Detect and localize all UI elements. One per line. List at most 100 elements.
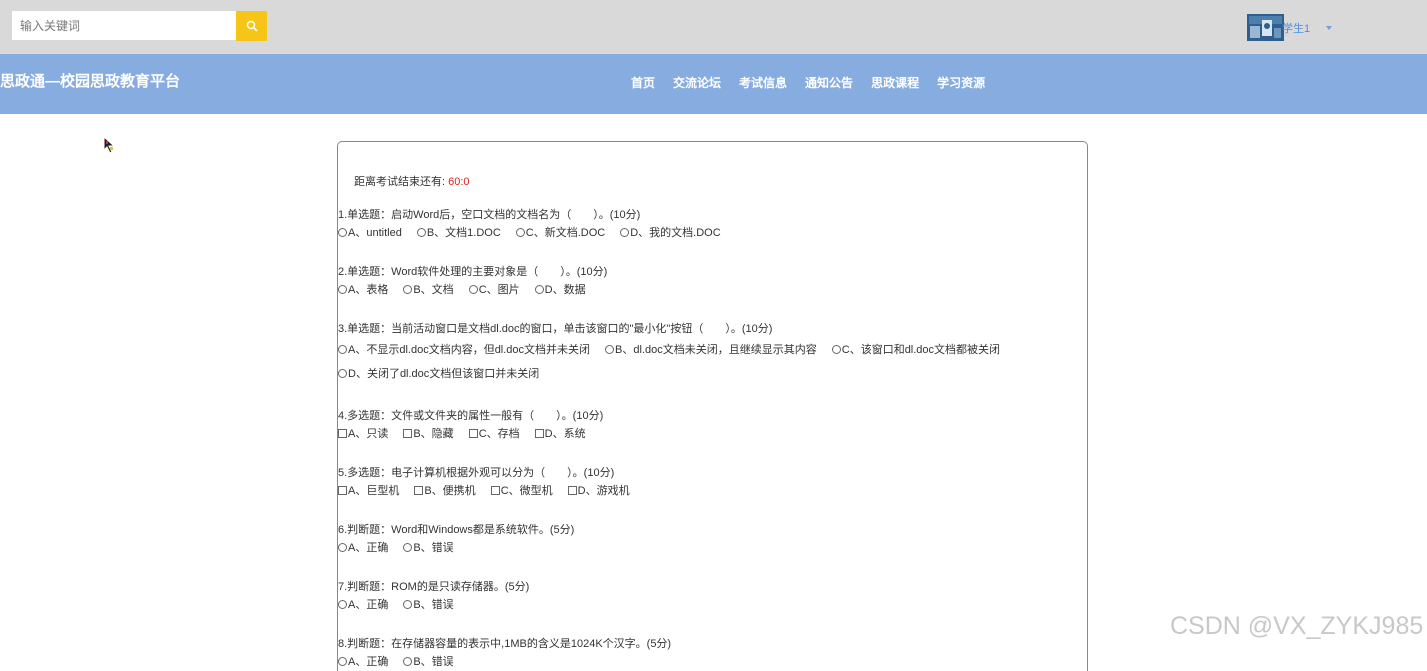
radio-button[interactable] — [338, 284, 347, 294]
search-button[interactable] — [236, 11, 267, 41]
radio-button[interactable] — [831, 344, 841, 354]
answer-option[interactable]: B、错误 — [403, 539, 454, 557]
option-label: B、dl.doc文档未关闭，且继续显示其内容 — [615, 344, 817, 356]
checkbox[interactable] — [567, 485, 577, 495]
option-label: C、该窗口和dl.doc文档都被关闭 — [841, 344, 1001, 356]
checkbox[interactable] — [468, 428, 478, 438]
question-item: 2.单选题：Word软件处理的主要对象是（ ）。(10分) A、表格 B、文档 C、图… — [338, 263, 1087, 299]
exam-timer: 距离考试结束还有: 60:0 — [354, 173, 470, 189]
question-options: A、不显示dl.doc文档内容，但dl.doc文档并未关闭 B、dl.doc文档未… — [338, 338, 1087, 386]
answer-option[interactable]: D、数据 — [534, 281, 586, 299]
option-label: C、存档 — [478, 428, 520, 440]
radio-button[interactable] — [403, 599, 413, 609]
answer-option[interactable]: C、存档 — [468, 425, 520, 443]
option-label: C、新文档.DOC — [525, 227, 606, 239]
answer-option[interactable]: B、文档1.DOC — [416, 224, 501, 242]
answer-option[interactable]: A、巨型机 — [338, 482, 399, 500]
question-title: 5.多选题：电子计算机根据外观可以分为（ ）。(10分) — [338, 467, 615, 479]
avatar — [1247, 14, 1284, 41]
answer-option[interactable]: A、不显示dl.doc文档内容，但dl.doc文档并未关闭 — [338, 338, 590, 362]
radio-button[interactable] — [338, 227, 347, 237]
radio-button[interactable] — [403, 656, 413, 666]
question-options: A、正确 B、错误 — [338, 653, 1087, 671]
nav-item-notices[interactable]: 通知公告 — [796, 74, 862, 91]
option-label: D、我的文档.DOC — [630, 227, 721, 239]
radio-button[interactable] — [403, 284, 413, 294]
answer-option[interactable]: D、游戏机 — [567, 482, 630, 500]
checkbox[interactable] — [414, 485, 424, 495]
radio-button[interactable] — [403, 542, 413, 552]
checkbox[interactable] — [403, 428, 413, 438]
question-item: 8.判断题：在存储器容量的表示中,1MB的含义是1024K个汉字。(5分) A、正… — [338, 635, 1087, 671]
nav-item-home[interactable]: 首页 — [622, 74, 664, 91]
radio-button[interactable] — [338, 368, 347, 378]
option-label: C、微型机 — [500, 485, 553, 497]
user-menu[interactable]: 学生1 — [1247, 14, 1333, 41]
answer-option[interactable]: B、错误 — [403, 596, 454, 614]
question-title: 4.多选题：文件或文件夹的属性一般有（ ）。(10分) — [338, 410, 604, 422]
answer-option[interactable]: B、dl.doc文档未关闭，且继续显示其内容 — [605, 338, 817, 362]
radio-button[interactable] — [515, 227, 525, 237]
question-title: 2.单选题：Word软件处理的主要对象是（ ）。(10分) — [338, 266, 608, 278]
answer-option[interactable]: D、关闭了dl.doc文档但该窗口并未关闭 — [338, 362, 539, 386]
option-label: A、正确 — [348, 599, 389, 611]
checkbox[interactable] — [490, 485, 500, 495]
radio-button[interactable] — [620, 227, 630, 237]
option-label: B、文档1.DOC — [426, 227, 501, 239]
answer-option[interactable]: A、表格 — [338, 281, 388, 299]
nav-item-forum[interactable]: 交流论坛 — [664, 74, 730, 91]
checkbox[interactable] — [338, 428, 347, 438]
mouse-cursor-icon — [103, 136, 116, 154]
question-item: 4.多选题：文件或文件夹的属性一般有（ ）。(10分) A、只读 B、隐藏 C、存档 D… — [338, 407, 1087, 443]
checkbox[interactable] — [338, 485, 347, 495]
nav-item-exam-info[interactable]: 考试信息 — [730, 74, 796, 91]
answer-option[interactable]: B、错误 — [403, 653, 454, 671]
option-label: D、游戏机 — [577, 485, 630, 497]
exam-panel: 距离考试结束还有: 60:0 1.单选题：启动Word后，空口文档的文档名为（ … — [337, 141, 1088, 671]
option-label: A、只读 — [348, 428, 389, 440]
radio-button[interactable] — [605, 344, 615, 354]
answer-option[interactable]: A、untitled — [338, 224, 402, 242]
option-label: B、便携机 — [424, 485, 476, 497]
answer-option[interactable]: A、正确 — [338, 653, 388, 671]
question-options: A、untitled B、文档1.DOC C、新文档.DOC D、我的文档.DOC — [338, 224, 1087, 242]
option-label: B、错误 — [413, 542, 454, 554]
nav-item-courses[interactable]: 思政课程 — [862, 74, 928, 91]
answer-option[interactable]: D、系统 — [534, 425, 586, 443]
option-label: B、错误 — [413, 656, 454, 668]
radio-button[interactable] — [338, 542, 347, 552]
radio-button[interactable] — [468, 284, 478, 294]
answer-option[interactable]: B、隐藏 — [403, 425, 454, 443]
question-item: 3.单选题：当前活动窗口是文档dl.doc的窗口，单击该窗口的"最小化"按钮（ … — [338, 320, 1087, 386]
answer-option[interactable]: C、新文档.DOC — [515, 224, 606, 242]
radio-button[interactable] — [338, 344, 347, 354]
answer-option[interactable]: A、正确 — [338, 596, 388, 614]
search-input[interactable] — [12, 11, 236, 40]
option-label: A、正确 — [348, 542, 389, 554]
answer-option[interactable]: A、只读 — [338, 425, 388, 443]
answer-option[interactable]: C、微型机 — [490, 482, 553, 500]
question-item: 5.多选题：电子计算机根据外观可以分为（ ）。(10分) A、巨型机 B、便携机 C、… — [338, 464, 1087, 500]
answer-option[interactable]: B、便携机 — [414, 482, 476, 500]
username[interactable]: 学生1 — [1282, 20, 1310, 36]
radio-button[interactable] — [416, 227, 426, 237]
radio-button[interactable] — [338, 656, 347, 666]
answer-option[interactable]: C、图片 — [468, 281, 520, 299]
answer-option[interactable]: A、正确 — [338, 539, 388, 557]
search-icon — [246, 20, 258, 32]
question-list: 1.单选题：启动Word后，空口文档的文档名为（ ）。(10分) A、untitl… — [338, 206, 1087, 671]
nav-menu: 首页 交流论坛 考试信息 通知公告 思政课程 学习资源 — [622, 74, 994, 91]
question-options: A、巨型机 B、便携机 C、微型机 D、游戏机 — [338, 482, 1087, 500]
main-navbar: 思政通—校园思政教育平台 首页 交流论坛 考试信息 通知公告 思政课程 学习资源 — [0, 54, 1427, 114]
option-label: A、巨型机 — [348, 485, 400, 497]
question-options: A、正确 B、错误 — [338, 539, 1087, 557]
checkbox[interactable] — [534, 428, 544, 438]
nav-item-resources[interactable]: 学习资源 — [928, 74, 994, 91]
radio-button[interactable] — [338, 599, 347, 609]
chevron-down-icon[interactable] — [1326, 25, 1333, 30]
answer-option[interactable]: B、文档 — [403, 281, 454, 299]
answer-option[interactable]: C、该窗口和dl.doc文档都被关闭 — [831, 338, 1001, 362]
question-title: 6.判断题：Word和Windows都是系统软件。(5分) — [338, 524, 575, 536]
answer-option[interactable]: D、我的文档.DOC — [620, 224, 721, 242]
radio-button[interactable] — [534, 284, 544, 294]
